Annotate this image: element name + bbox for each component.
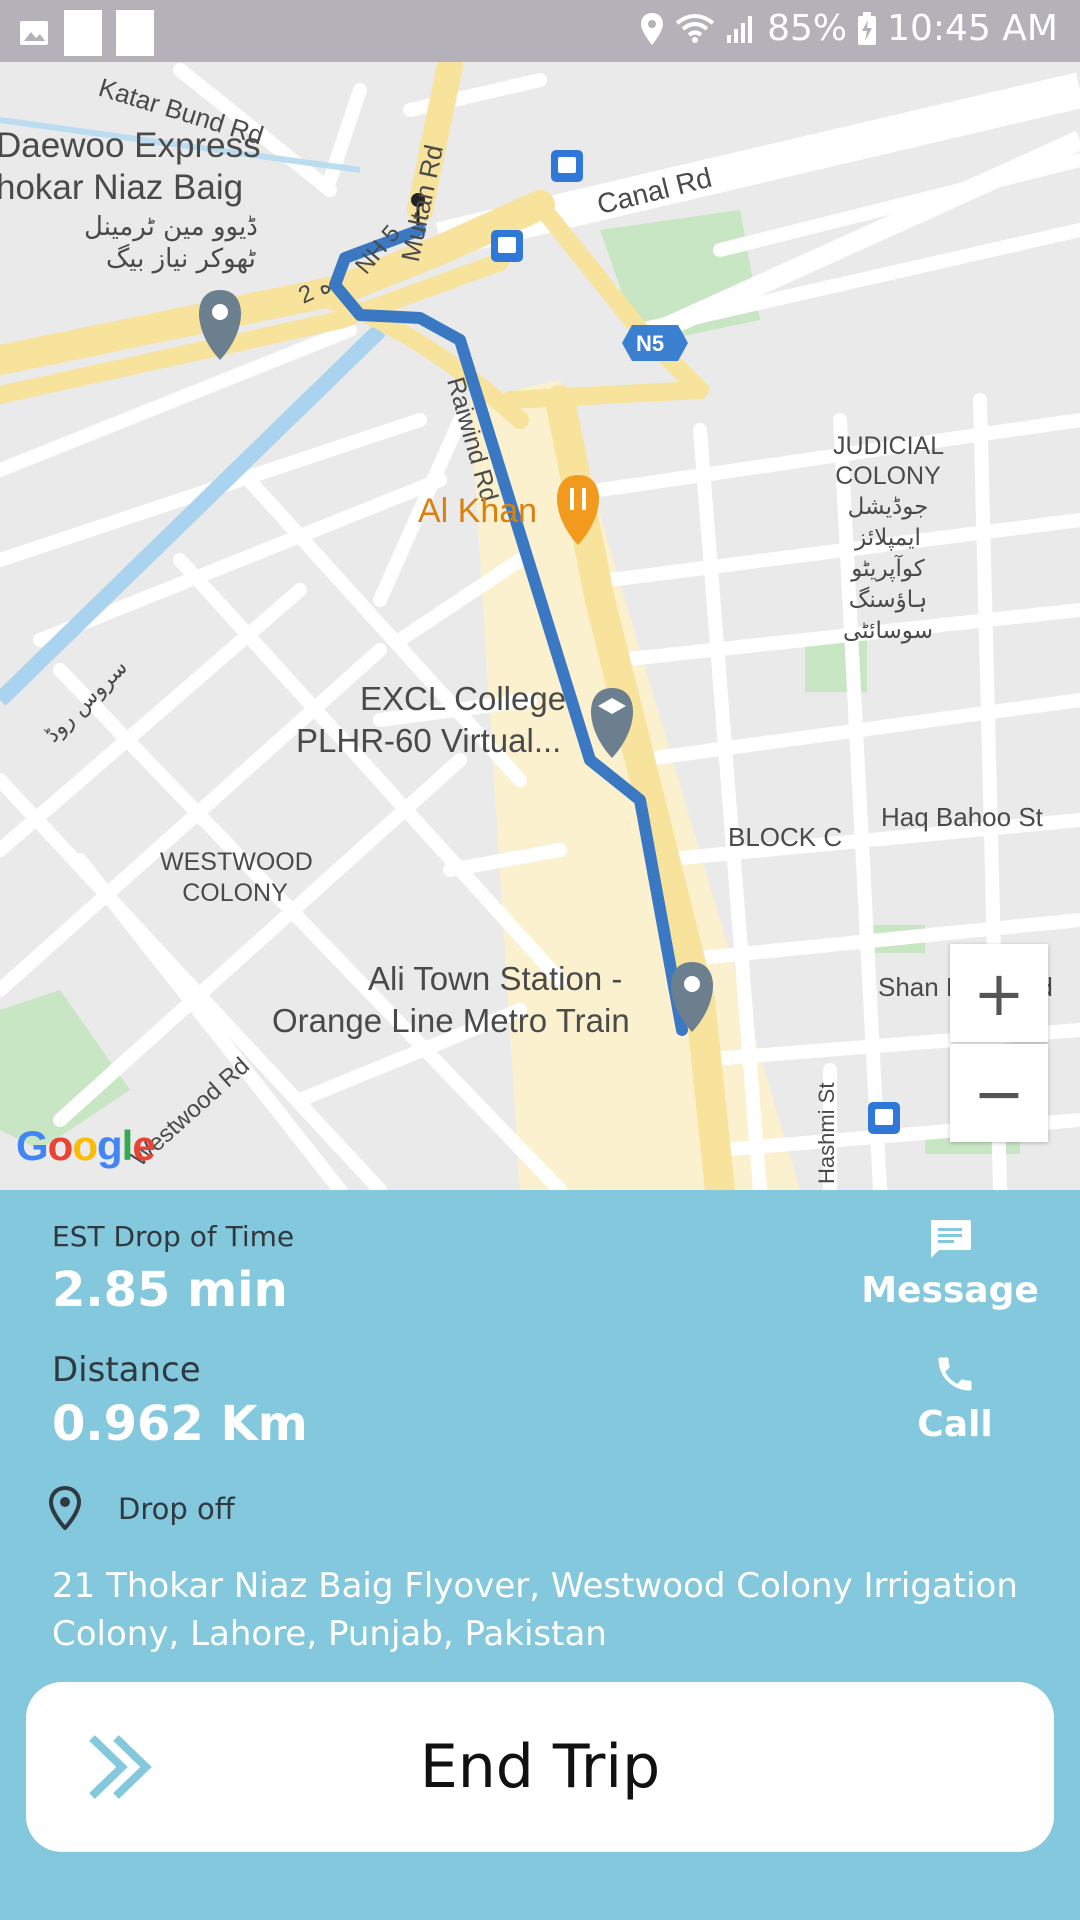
distance-label: Distance bbox=[52, 1350, 201, 1390]
dropoff-address: 21 Thokar Niaz Baig Flyover, Westwood Co… bbox=[52, 1566, 1018, 1654]
map-label: ڈیوو مین ٹرمینل bbox=[84, 212, 258, 242]
map-view[interactable]: Katar Bund Rd Daewoo Express hokar Niaz … bbox=[0, 62, 1080, 1190]
map-label: Hashmi St bbox=[814, 1082, 839, 1184]
message-label: Message bbox=[861, 1270, 1039, 1311]
phone-icon bbox=[938, 1357, 972, 1391]
highway-badge-label: N5 bbox=[636, 331, 665, 356]
google-logo: Google bbox=[16, 1122, 156, 1169]
call-button[interactable]: Call bbox=[900, 1352, 1010, 1445]
zoom-out-button[interactable]: − bbox=[950, 1044, 1048, 1142]
eta-value: 2.85 min bbox=[52, 1262, 288, 1318]
battery-charging-icon bbox=[858, 11, 877, 45]
zoom-in-button[interactable]: + bbox=[950, 944, 1048, 1042]
location-icon bbox=[641, 12, 664, 45]
map-label: COLONY bbox=[182, 879, 288, 907]
bus-stop-icon bbox=[551, 150, 583, 182]
location-pin-icon bbox=[48, 1486, 82, 1530]
end-trip-button[interactable]: End Trip bbox=[26, 1682, 1054, 1852]
map-label-urdu: جوڈیشل ایمپلائز کوآپریٹو ہاؤسنگ سوسائٹی bbox=[843, 494, 933, 644]
signal-icon bbox=[727, 15, 753, 43]
notification-placeholder bbox=[116, 10, 154, 56]
wifi-icon bbox=[675, 13, 715, 43]
bus-stop-icon bbox=[491, 230, 523, 262]
map-label: COLONY bbox=[835, 462, 941, 490]
notification-placeholder bbox=[64, 10, 102, 56]
map-label: BLOCK C bbox=[728, 822, 843, 852]
map-label: Daewoo Express bbox=[0, 126, 261, 165]
message-icon bbox=[931, 1220, 971, 1258]
map-label: JUDICIAL bbox=[833, 432, 945, 460]
map-label: Al Khan bbox=[418, 492, 538, 530]
map-label: PLHR-60 Virtual... bbox=[296, 722, 562, 759]
image-icon bbox=[20, 21, 48, 45]
map-label: Haq Bahoo St bbox=[881, 802, 1043, 832]
eta-label: EST Drop of Time bbox=[52, 1220, 295, 1253]
end-trip-label: End Trip bbox=[419, 1732, 661, 1802]
map-label: Ali Town Station - bbox=[368, 960, 623, 997]
map-label: ٹھوکر نیاز بیگ bbox=[106, 244, 256, 274]
message-button[interactable]: Message bbox=[860, 1218, 1040, 1311]
clock: 10:45 AM bbox=[887, 8, 1058, 49]
map-label: hokar Niaz Baig bbox=[0, 168, 244, 207]
dropoff-label: Drop off bbox=[118, 1492, 235, 1526]
bus-stop-icon bbox=[868, 1102, 900, 1134]
status-bar: 85% 10:45 AM bbox=[0, 0, 1080, 62]
distance-value: 0.962 Km bbox=[52, 1396, 308, 1452]
call-label: Call bbox=[917, 1404, 993, 1445]
battery-percent: 85% bbox=[767, 8, 848, 49]
map-label: EXCL College bbox=[360, 680, 567, 717]
map-label: WESTWOOD bbox=[160, 848, 313, 876]
map-label: Orange Line Metro Train bbox=[272, 1002, 630, 1039]
